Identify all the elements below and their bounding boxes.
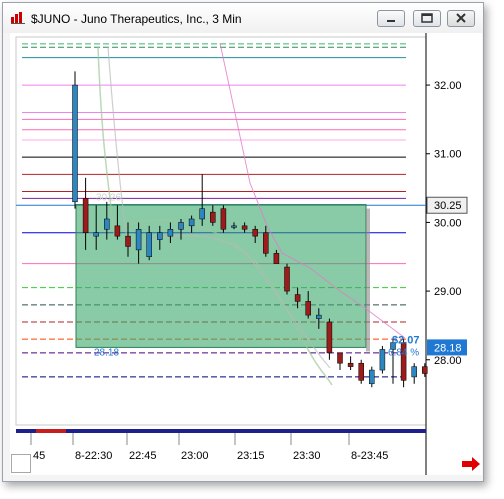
- time-axis-bar: [16, 429, 426, 433]
- price-axis-label: 28.00: [434, 355, 462, 367]
- close-icon: [456, 13, 466, 23]
- candle-body[interactable]: [337, 352, 343, 364]
- candle-body[interactable]: [188, 218, 195, 227]
- candle-body[interactable]: [369, 369, 375, 385]
- candle-body[interactable]: [305, 301, 311, 316]
- candle-body[interactable]: [411, 366, 417, 378]
- candle-body[interactable]: [241, 225, 248, 230]
- price-axis-label: 29.00: [434, 286, 462, 298]
- candle-body[interactable]: [114, 225, 121, 237]
- last-price-tag: 28.18: [434, 342, 462, 354]
- price-chart[interactable]: 32.00 31.00 30.00 29.00 28.00 30.25 28.18 30.26…: [10, 33, 482, 475]
- candle-body[interactable]: [263, 232, 269, 254]
- rectangle-shadow: [366, 208, 370, 352]
- candle-body[interactable]: [284, 266, 290, 292]
- price-axis-label: 31.00: [434, 149, 462, 161]
- minimize-icon: [387, 20, 395, 22]
- candle-body[interactable]: [231, 225, 237, 228]
- candle-body[interactable]: [104, 218, 110, 230]
- chart-area[interactable]: 32.00 31.00 30.00 29.00 28.00 30.25 28.18 30.26…: [10, 33, 482, 480]
- candle-body[interactable]: [125, 235, 131, 247]
- time-axis-label: 23:15: [237, 450, 265, 462]
- candle-body[interactable]: [178, 222, 184, 230]
- candle-body[interactable]: [167, 229, 174, 237]
- price-change-label: $2.07: [392, 334, 420, 346]
- rectangle-bottom-price-label: 28.18: [94, 347, 119, 358]
- close-button[interactable]: [447, 10, 475, 27]
- price-axis-label: 32.00: [434, 80, 462, 92]
- candle-body[interactable]: [220, 208, 227, 230]
- candle-body[interactable]: [316, 314, 322, 319]
- candle-body[interactable]: [210, 211, 216, 223]
- candle-body[interactable]: [273, 253, 280, 264]
- current-price-tag: 30.25: [434, 200, 462, 212]
- candle-body[interactable]: [422, 366, 428, 374]
- candle-body[interactable]: [157, 232, 163, 240]
- candle-body[interactable]: [135, 229, 142, 251]
- candle-body[interactable]: [199, 208, 205, 220]
- window-title: $JUNO - Juno Therapeutics, Inc., 3 Min: [31, 12, 242, 26]
- time-axis-label: 45: [33, 450, 45, 462]
- maximize-button[interactable]: [413, 10, 441, 27]
- time-axis-label: 23:30: [293, 450, 321, 462]
- title-bar[interactable]: $JUNO - Juno Therapeutics, Inc., 3 Min: [3, 3, 483, 33]
- candle-body[interactable]: [326, 321, 333, 354]
- time-axis-label: 8-22:30: [75, 450, 112, 462]
- candle-body[interactable]: [93, 232, 99, 237]
- candle-body[interactable]: [72, 84, 78, 203]
- time-axis-label: 8-23:45: [351, 450, 388, 462]
- candle-body[interactable]: [146, 232, 152, 258]
- chart-app-icon: [11, 12, 25, 24]
- candle-body[interactable]: [252, 229, 258, 237]
- price-axis-label: 30.00: [434, 217, 462, 229]
- price-change-percent-label: 6.84 %: [388, 347, 419, 358]
- candle-body[interactable]: [358, 362, 364, 381]
- time-axis-bar-start: [36, 429, 66, 433]
- maximize-icon: [421, 13, 433, 23]
- rectangle-top-price-label: 30.26: [96, 193, 121, 204]
- time-axis-label: 22:45: [129, 450, 157, 462]
- minimize-button[interactable]: [377, 10, 405, 27]
- candle-body[interactable]: [294, 294, 301, 302]
- candle-body[interactable]: [347, 362, 354, 367]
- time-axis-label: 23:00: [181, 450, 209, 462]
- candle-body[interactable]: [379, 349, 386, 371]
- chart-window: $JUNO - Juno Therapeutics, Inc., 3 Min 3…: [2, 2, 484, 482]
- candle-body[interactable]: [82, 198, 89, 233]
- chart-corner-box: [11, 454, 31, 473]
